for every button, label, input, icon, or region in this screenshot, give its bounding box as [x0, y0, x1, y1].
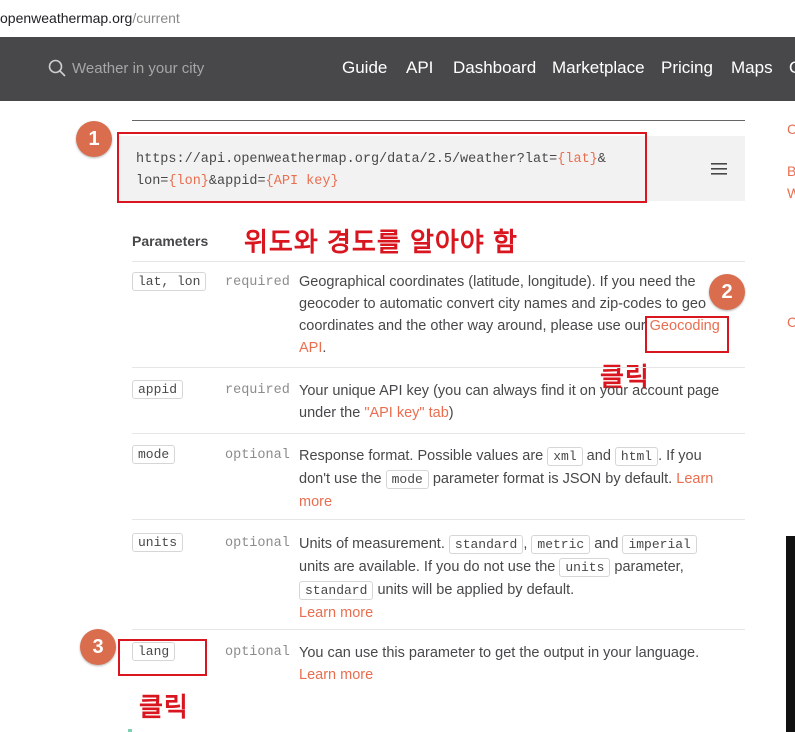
- param-optional-label: optional: [225, 536, 290, 551]
- nav-link-cut[interactable]: O: [789, 58, 795, 78]
- annotation-note-latlon: 위도와 경도를 알아야 함: [244, 227, 518, 257]
- nav-link-pricing[interactable]: Pricing: [661, 58, 713, 78]
- divider: [132, 367, 745, 368]
- nav-link-maps[interactable]: Maps: [731, 58, 773, 78]
- code-imperial: imperial: [622, 535, 697, 554]
- param-name-units: units: [132, 533, 184, 552]
- nav-link-guide[interactable]: Guide: [342, 58, 387, 78]
- code-mode: mode: [385, 470, 429, 489]
- param-description: You can use this parameter to get the ou…: [299, 645, 700, 683]
- code-units: units: [559, 558, 611, 577]
- learn-more-link[interactable]: Learn more: [299, 605, 373, 621]
- code-standard: standard: [299, 581, 374, 600]
- nav-link-api[interactable]: API: [406, 58, 433, 78]
- highlight-box-geocoding: [645, 316, 729, 353]
- learn-more-link[interactable]: Learn more: [299, 667, 373, 683]
- divider: [132, 120, 745, 121]
- divider: [132, 519, 745, 520]
- sidebar-dark-panel: [786, 536, 795, 732]
- param-description: Response format. Possible values are xml…: [299, 447, 714, 510]
- menu-icon[interactable]: [711, 163, 727, 175]
- code-metric: metric: [531, 535, 591, 554]
- highlight-box-lang: [118, 639, 207, 676]
- param-name-lat-lon: lat, lon: [132, 272, 207, 291]
- code-standard: standard: [448, 535, 524, 554]
- search-icon[interactable]: [48, 59, 66, 77]
- code-html: html: [614, 447, 659, 466]
- divider: [132, 629, 745, 630]
- main-content: API call https://api.openweathermap.org/…: [0, 89, 795, 732]
- param-description: Units of measurement. standard, metric a…: [299, 533, 729, 624]
- top-navigation: Weather in your city Guide API Dashboard…: [0, 37, 795, 101]
- code-xml: xml: [547, 447, 583, 466]
- sidebar-link-cut[interactable]: B: [787, 163, 795, 179]
- nav-link-dashboard[interactable]: Dashboard: [453, 58, 536, 78]
- nav-link-marketplace[interactable]: Marketplace: [552, 58, 645, 78]
- annotation-badge-1: 1: [76, 121, 112, 157]
- sidebar-link-cut[interactable]: C: [787, 121, 795, 137]
- param-optional-label: optional: [225, 645, 290, 660]
- annotation-click-lang: 클릭: [139, 692, 189, 722]
- param-required-label: required: [225, 275, 290, 290]
- param-name-appid: appid: [132, 380, 184, 399]
- highlight-box-api-call: [117, 132, 647, 203]
- annotation-badge-2: 2: [709, 274, 745, 310]
- city-search-input[interactable]: Weather in your city: [72, 60, 204, 77]
- section-heading-api-call: API call: [137, 89, 184, 104]
- browser-url-bar[interactable]: openweathermap.org/current: [0, 0, 795, 38]
- parameters-heading: Parameters: [132, 233, 209, 249]
- param-description: Your unique API key (you can always find…: [299, 383, 720, 421]
- sidebar-link-cut[interactable]: W: [787, 185, 795, 201]
- sidebar-link-cut[interactable]: C: [787, 314, 795, 330]
- annotation-badge-3: 3: [80, 629, 116, 665]
- param-required-label: required: [225, 383, 290, 398]
- url-text[interactable]: openweathermap.org/current: [0, 10, 180, 26]
- divider: [132, 433, 745, 434]
- api-key-tab-link[interactable]: "API key" tab: [364, 405, 448, 421]
- divider: [132, 261, 745, 262]
- param-name-mode: mode: [132, 445, 176, 464]
- param-optional-label: optional: [225, 448, 290, 463]
